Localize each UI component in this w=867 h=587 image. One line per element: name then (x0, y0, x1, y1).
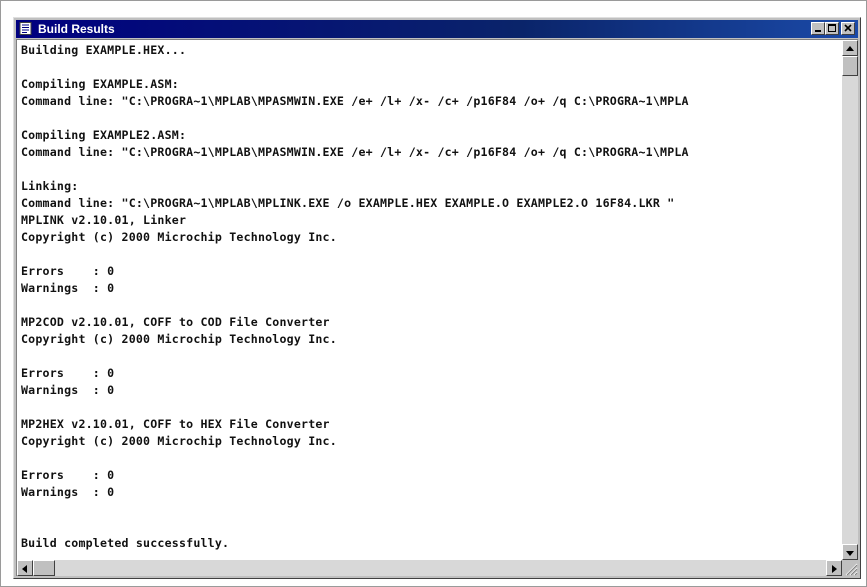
log-line: Compiling EXAMPLE2.ASM: (21, 128, 187, 142)
build-results-window: Build Results Building EXAMPLE.HEX... Co… (13, 17, 861, 579)
log-line: Warnings : 0 (21, 383, 115, 397)
log-line: Build completed successfully. (21, 536, 230, 550)
maximize-icon (828, 24, 836, 32)
document-icon (19, 22, 32, 35)
scroll-left-button[interactable] (17, 560, 33, 576)
close-button[interactable] (841, 22, 855, 35)
log-line: MP2COD v2.10.01, COFF to COD File Conver… (21, 315, 330, 329)
vertical-scroll-thumb[interactable] (842, 56, 858, 76)
arrow-up-icon (846, 46, 854, 51)
vertical-scrollbar[interactable] (842, 40, 858, 560)
scroll-right-button[interactable] (826, 560, 842, 576)
log-line: Errors : 0 (21, 366, 115, 380)
log-line: Warnings : 0 (21, 281, 115, 295)
arrow-down-icon (846, 551, 854, 556)
scroll-down-button[interactable] (842, 544, 858, 560)
log-line: Command line: "C:\PROGRA~1\MPLAB\MPLINK.… (21, 196, 675, 210)
log-line: Copyright (c) 2000 Microchip Technology … (21, 434, 337, 448)
minimize-icon (815, 30, 821, 32)
resize-grip-icon (845, 563, 858, 576)
log-line: Errors : 0 (21, 264, 115, 278)
log-line: Linking: (21, 179, 79, 193)
log-line: Errors : 0 (21, 468, 115, 482)
scroll-up-button[interactable] (842, 40, 858, 56)
horizontal-scroll-thumb[interactable] (33, 560, 55, 576)
title-bar[interactable]: Build Results (16, 20, 858, 38)
close-icon (844, 24, 852, 32)
output-pane[interactable]: Building EXAMPLE.HEX... Compiling EXAMPLE… (16, 39, 858, 576)
arrow-right-icon (832, 565, 837, 573)
maximize-button[interactable] (825, 22, 839, 35)
log-line: Warnings : 0 (21, 485, 115, 499)
minimize-button[interactable] (811, 22, 825, 35)
log-line: Compiling EXAMPLE.ASM: (21, 77, 179, 91)
log-line: MP2HEX v2.10.01, COFF to HEX File Conver… (21, 417, 330, 431)
window-title: Build Results (38, 22, 115, 36)
log-line: Command line: "C:\PROGRA~1\MPLAB\MPASMWI… (21, 145, 689, 159)
build-log[interactable]: Building EXAMPLE.HEX... Compiling EXAMPLE… (21, 42, 840, 558)
horizontal-scrollbar[interactable] (17, 560, 842, 576)
arrow-left-icon (22, 565, 27, 573)
log-line: Building EXAMPLE.HEX... (21, 43, 187, 57)
log-line: Command line: "C:\PROGRA~1\MPLAB\MPASMWI… (21, 94, 689, 108)
resize-grip[interactable] (842, 560, 858, 576)
log-line: Copyright (c) 2000 Microchip Technology … (21, 230, 337, 244)
log-line: Copyright (c) 2000 Microchip Technology … (21, 332, 337, 346)
log-line: MPLINK v2.10.01, Linker (21, 213, 187, 227)
screenshot-frame: Build Results Building EXAMPLE.HEX... Co… (0, 0, 867, 587)
